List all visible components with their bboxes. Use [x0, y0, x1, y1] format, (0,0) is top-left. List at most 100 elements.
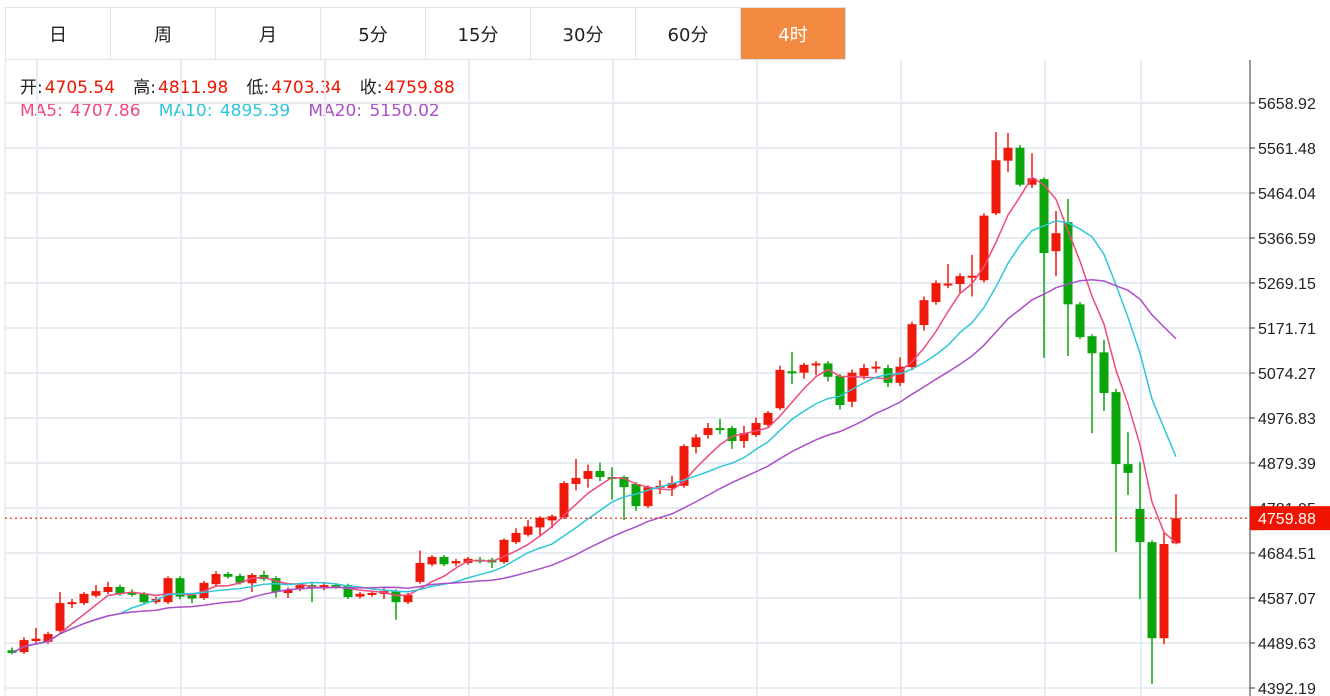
candle-body [1135, 508, 1145, 543]
candle [967, 254, 977, 297]
candle [1075, 302, 1085, 339]
candle [1015, 144, 1025, 187]
candle-body [391, 591, 401, 603]
tab-3[interactable]: 5分 [321, 8, 426, 59]
candle [511, 528, 521, 545]
tab-1[interactable]: 周 [111, 8, 216, 59]
candle-body [703, 428, 713, 436]
candle [739, 425, 749, 448]
candle-body [211, 574, 221, 585]
candle-body [223, 574, 233, 577]
candle [667, 475, 677, 496]
candle-body [583, 471, 593, 479]
tab-7[interactable]: 4时 [741, 8, 846, 59]
candlestick-chart[interactable]: 5658.92 5561.48 5464.04 5366.59 5269.15 5171.… [0, 60, 1330, 696]
candle [103, 581, 113, 594]
candle [451, 558, 461, 567]
y-tick-label: 5464.04 [1258, 186, 1316, 203]
y-tick-label: 5561.48 [1258, 141, 1316, 158]
candle [931, 280, 941, 305]
candle [907, 321, 917, 371]
candle [31, 628, 41, 643]
candle-body [139, 593, 149, 603]
candle [1099, 339, 1109, 411]
candle [499, 538, 509, 564]
y-tick-label: 5366.59 [1258, 231, 1316, 248]
candle-body [943, 283, 953, 286]
candle [163, 576, 173, 605]
ma5-line [11, 176, 1177, 654]
candle [79, 592, 89, 605]
candle-body [163, 578, 173, 603]
y-tick-label: 4684.51 [1258, 546, 1316, 563]
candle-body [67, 602, 77, 605]
candle [727, 425, 737, 449]
candle-body [1123, 464, 1133, 473]
candle-body [967, 275, 977, 278]
candle [751, 417, 761, 437]
candle [247, 573, 257, 593]
candle [607, 467, 617, 500]
candle-body [811, 363, 821, 366]
candle-body [835, 375, 845, 405]
candle [223, 571, 233, 579]
candle-body [535, 517, 545, 528]
candle [595, 462, 605, 482]
candle-body [1051, 233, 1061, 252]
candle [415, 550, 425, 584]
candle-body [751, 423, 761, 436]
candle-body [1147, 542, 1157, 639]
candle [871, 361, 881, 373]
tab-6[interactable]: 60分 [636, 8, 741, 59]
ma20-line [11, 278, 1177, 654]
candle-body [355, 593, 365, 597]
candle [943, 264, 953, 289]
candle-body [31, 638, 41, 641]
candle [319, 583, 329, 591]
candle-body [1087, 336, 1097, 354]
tab-2[interactable]: 月 [216, 8, 321, 59]
candle [775, 365, 785, 411]
candle [391, 589, 401, 620]
ma10-line [11, 220, 1177, 654]
y-tick-label: 5658.92 [1258, 96, 1316, 113]
candle-body [499, 539, 509, 563]
candle-body [523, 526, 533, 535]
candle-body [511, 532, 521, 543]
candle-body [103, 586, 113, 593]
candle [1003, 132, 1013, 172]
candle [919, 296, 929, 331]
y-tick-label: 5269.15 [1258, 276, 1316, 293]
candle-body [415, 562, 425, 582]
candle [439, 555, 449, 567]
candle [691, 434, 701, 454]
candle-body [931, 283, 941, 303]
candle-body [79, 593, 89, 604]
last-price-label: 4759.88 [1258, 511, 1316, 528]
tab-5[interactable]: 30分 [531, 8, 636, 59]
candle-body [451, 561, 461, 564]
candle [1171, 494, 1181, 545]
y-tick-label: 4392.19 [1258, 681, 1316, 696]
candle [787, 351, 797, 385]
candle-body [571, 477, 581, 484]
candle [259, 570, 269, 581]
timeframe-tabs: 日周月 5分 15分 30分 60分 4时 [5, 7, 846, 60]
candle [427, 555, 437, 567]
candle-body [403, 594, 413, 603]
candle [175, 576, 185, 600]
candle [1111, 388, 1121, 552]
y-tick-label: 5171.71 [1258, 321, 1316, 338]
candle [835, 374, 845, 410]
candle [883, 364, 893, 387]
y-tick-label: 4976.83 [1258, 411, 1316, 428]
candle [91, 585, 101, 598]
candle-body [55, 603, 65, 631]
candle-body [799, 364, 809, 373]
candle-body [1063, 222, 1073, 305]
y-tick-label: 4489.63 [1258, 636, 1316, 653]
tab-4[interactable]: 15分 [426, 8, 531, 59]
candle [1135, 462, 1145, 599]
tab-0[interactable]: 日 [6, 8, 111, 59]
candle-body [1159, 544, 1169, 639]
